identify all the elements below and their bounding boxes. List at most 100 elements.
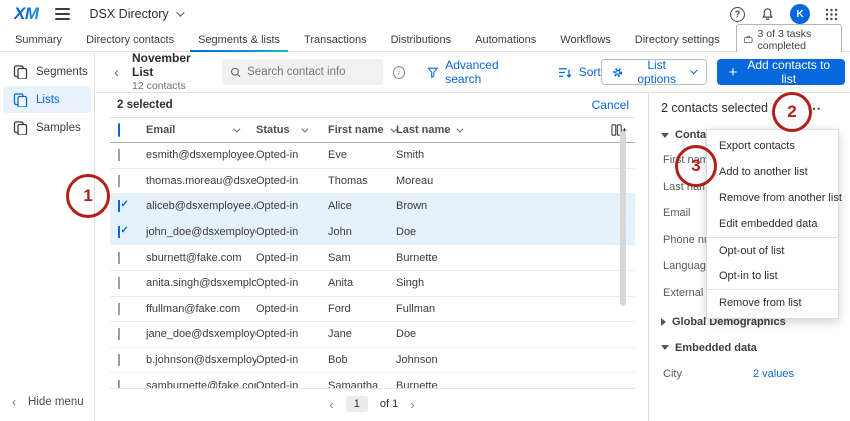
table-row[interactable]: thomas.moreau@dsxempl... Opted-in Thomas… xyxy=(110,169,635,195)
sort-button[interactable]: Sort xyxy=(558,65,601,79)
row-checkbox[interactable] xyxy=(118,277,120,290)
list-options-label: List options xyxy=(637,58,677,86)
table-row[interactable]: aliceb@dsxemployee.com Opted-in Alice Br… xyxy=(110,194,635,220)
directory-switcher[interactable]: DSX Directory xyxy=(89,7,185,21)
cell-last-name: Singh xyxy=(396,277,425,290)
row-checkbox[interactable] xyxy=(118,200,120,213)
plus-icon: + xyxy=(728,63,738,81)
embedded-field-value-link[interactable]: 2 values xyxy=(753,368,794,380)
tasks-progress-badge[interactable]: 3 of 3 tasks completed xyxy=(735,24,842,55)
back-chevron-icon[interactable]: ‹ xyxy=(114,64,119,81)
sidebar-item-icon xyxy=(13,121,28,135)
search-icon xyxy=(230,67,241,77)
row-checkbox[interactable] xyxy=(118,302,120,315)
row-checkbox[interactable] xyxy=(118,226,120,239)
column-label: First name xyxy=(328,124,384,136)
cell-last-name: Smith xyxy=(396,149,425,162)
gear-icon xyxy=(612,67,622,77)
page-count-label: of 1 xyxy=(379,398,399,410)
search-box[interactable] xyxy=(221,59,383,85)
cell-email: sburnett@fake.com xyxy=(146,251,242,264)
row-checkbox[interactable] xyxy=(118,328,120,341)
sidebar-item[interactable]: Lists xyxy=(3,86,91,113)
select-all-checkbox[interactable] xyxy=(118,123,120,137)
current-page[interactable]: 1 xyxy=(345,396,368,412)
chevron-down-icon xyxy=(690,66,699,75)
chevron-down-icon xyxy=(456,125,464,133)
table-scrollbar[interactable] xyxy=(620,131,626,306)
contact-details-panel: 2 contacts selected ⋯ Contact info First… xyxy=(648,93,850,421)
directory-tab[interactable]: Workflows xyxy=(552,28,619,52)
annotation-circle-3: 3 xyxy=(675,145,717,187)
row-checkbox[interactable] xyxy=(118,174,120,187)
cell-first-name: Anita xyxy=(328,277,354,290)
app-grid-icon[interactable] xyxy=(825,8,838,21)
directory-tab[interactable]: Directory contacts xyxy=(78,28,182,52)
cell-first-name: Thomas xyxy=(328,174,368,187)
context-menu-item[interactable]: Add to another list xyxy=(707,159,838,185)
cell-last-name: Johnson xyxy=(396,354,438,367)
notifications-bell-icon[interactable] xyxy=(760,7,775,22)
table-row[interactable]: john_doe@dsxemployee.... Opted-in John D… xyxy=(110,219,635,246)
cell-status: Opted-in xyxy=(256,251,299,264)
context-menu-item[interactable]: Remove from list xyxy=(707,289,838,315)
directory-tab[interactable]: Automations xyxy=(467,28,544,52)
cell-first-name: Samantha xyxy=(328,379,379,389)
contact-count: 12 contacts xyxy=(132,79,186,92)
cell-email: john_doe@dsxemployee.... xyxy=(146,226,256,239)
cell-last-name: Doe xyxy=(396,328,417,341)
sidebar-item[interactable]: Samples xyxy=(3,114,91,141)
context-menu-item[interactable]: Opt-out of list xyxy=(707,237,838,263)
context-menu-item[interactable]: Export contacts xyxy=(707,133,838,159)
context-menu-item[interactable]: Opt-in to list xyxy=(707,263,838,289)
column-header-first-name[interactable]: First name xyxy=(328,124,398,136)
selection-count: 2 selected xyxy=(117,99,173,111)
directory-name: DSX Directory xyxy=(89,7,169,21)
table-row[interactable]: sburnett@fake.com Opted-in Sam Burnette xyxy=(110,245,635,271)
row-checkbox[interactable] xyxy=(118,251,120,264)
selection-bar: 2 selected Cancel xyxy=(110,93,635,118)
add-contacts-button[interactable]: + Add contacts to list xyxy=(716,58,846,86)
previous-page-icon[interactable]: ‹ xyxy=(329,397,333,412)
row-checkbox[interactable] xyxy=(118,379,120,388)
advanced-search-button[interactable]: Advanced search xyxy=(427,58,528,86)
table-row[interactable]: jane_doe@dsxemployee.... Opted-in Jane D… xyxy=(110,322,635,348)
column-header-status[interactable]: Status xyxy=(256,124,328,136)
user-avatar[interactable]: K xyxy=(790,4,810,24)
embedded-field-label: City xyxy=(663,367,682,380)
directory-tab[interactable]: Transactions xyxy=(296,28,375,52)
directory-tab[interactable]: Directory settings xyxy=(627,28,728,52)
list-options-button[interactable]: List options xyxy=(600,58,707,86)
row-checkbox[interactable] xyxy=(118,354,120,367)
table-row[interactable]: samburnette@fake.com Opted-in Samantha B… xyxy=(110,373,635,389)
context-menu-item[interactable]: Edit embedded data xyxy=(707,211,838,237)
sidebar-item[interactable]: Segments xyxy=(3,58,91,85)
section-embedded-data[interactable]: Embedded data xyxy=(661,342,838,354)
cell-email: esmith@dsxemployee.com xyxy=(146,149,256,162)
cell-email: thomas.moreau@dsxempl... xyxy=(146,174,256,187)
cell-email: b.johnson@dsxemployee.... xyxy=(146,354,256,367)
sidebar-item-label: Lists xyxy=(36,93,60,106)
cell-first-name: Sam xyxy=(328,251,351,264)
triangle-right-icon xyxy=(661,317,666,326)
hamburger-menu-icon[interactable] xyxy=(54,8,70,20)
table-row[interactable]: esmith@dsxemployee.com Opted-in Eve Smit… xyxy=(110,143,635,169)
help-icon[interactable]: ? xyxy=(730,6,745,22)
column-header-email[interactable]: Email xyxy=(146,124,256,136)
table-row[interactable]: b.johnson@dsxemployee.... Opted-in Bob J… xyxy=(110,348,635,374)
hide-menu-button[interactable]: ‹ Hide menu xyxy=(12,395,84,409)
directory-tab[interactable]: Summary xyxy=(7,28,70,52)
cell-last-name: Moreau xyxy=(396,174,434,187)
cancel-selection-link[interactable]: Cancel xyxy=(592,98,629,112)
directory-tab[interactable]: Segments & lists xyxy=(190,28,288,53)
next-page-icon[interactable]: › xyxy=(410,397,414,412)
cell-status: Opted-in xyxy=(256,277,299,290)
row-checkbox[interactable] xyxy=(118,149,120,162)
table-row[interactable]: anita.singh@dsxemployee... Opted-in Anit… xyxy=(110,271,635,297)
column-header-last-name[interactable]: Last name xyxy=(396,123,635,138)
table-row[interactable]: ffullman@fake.com Opted-in Ford Fullman xyxy=(110,297,635,323)
search-input[interactable] xyxy=(247,66,375,78)
context-menu-item[interactable]: Remove from another list xyxy=(707,185,842,211)
directory-tab[interactable]: Distributions xyxy=(383,28,460,52)
info-icon[interactable]: i xyxy=(392,65,405,79)
